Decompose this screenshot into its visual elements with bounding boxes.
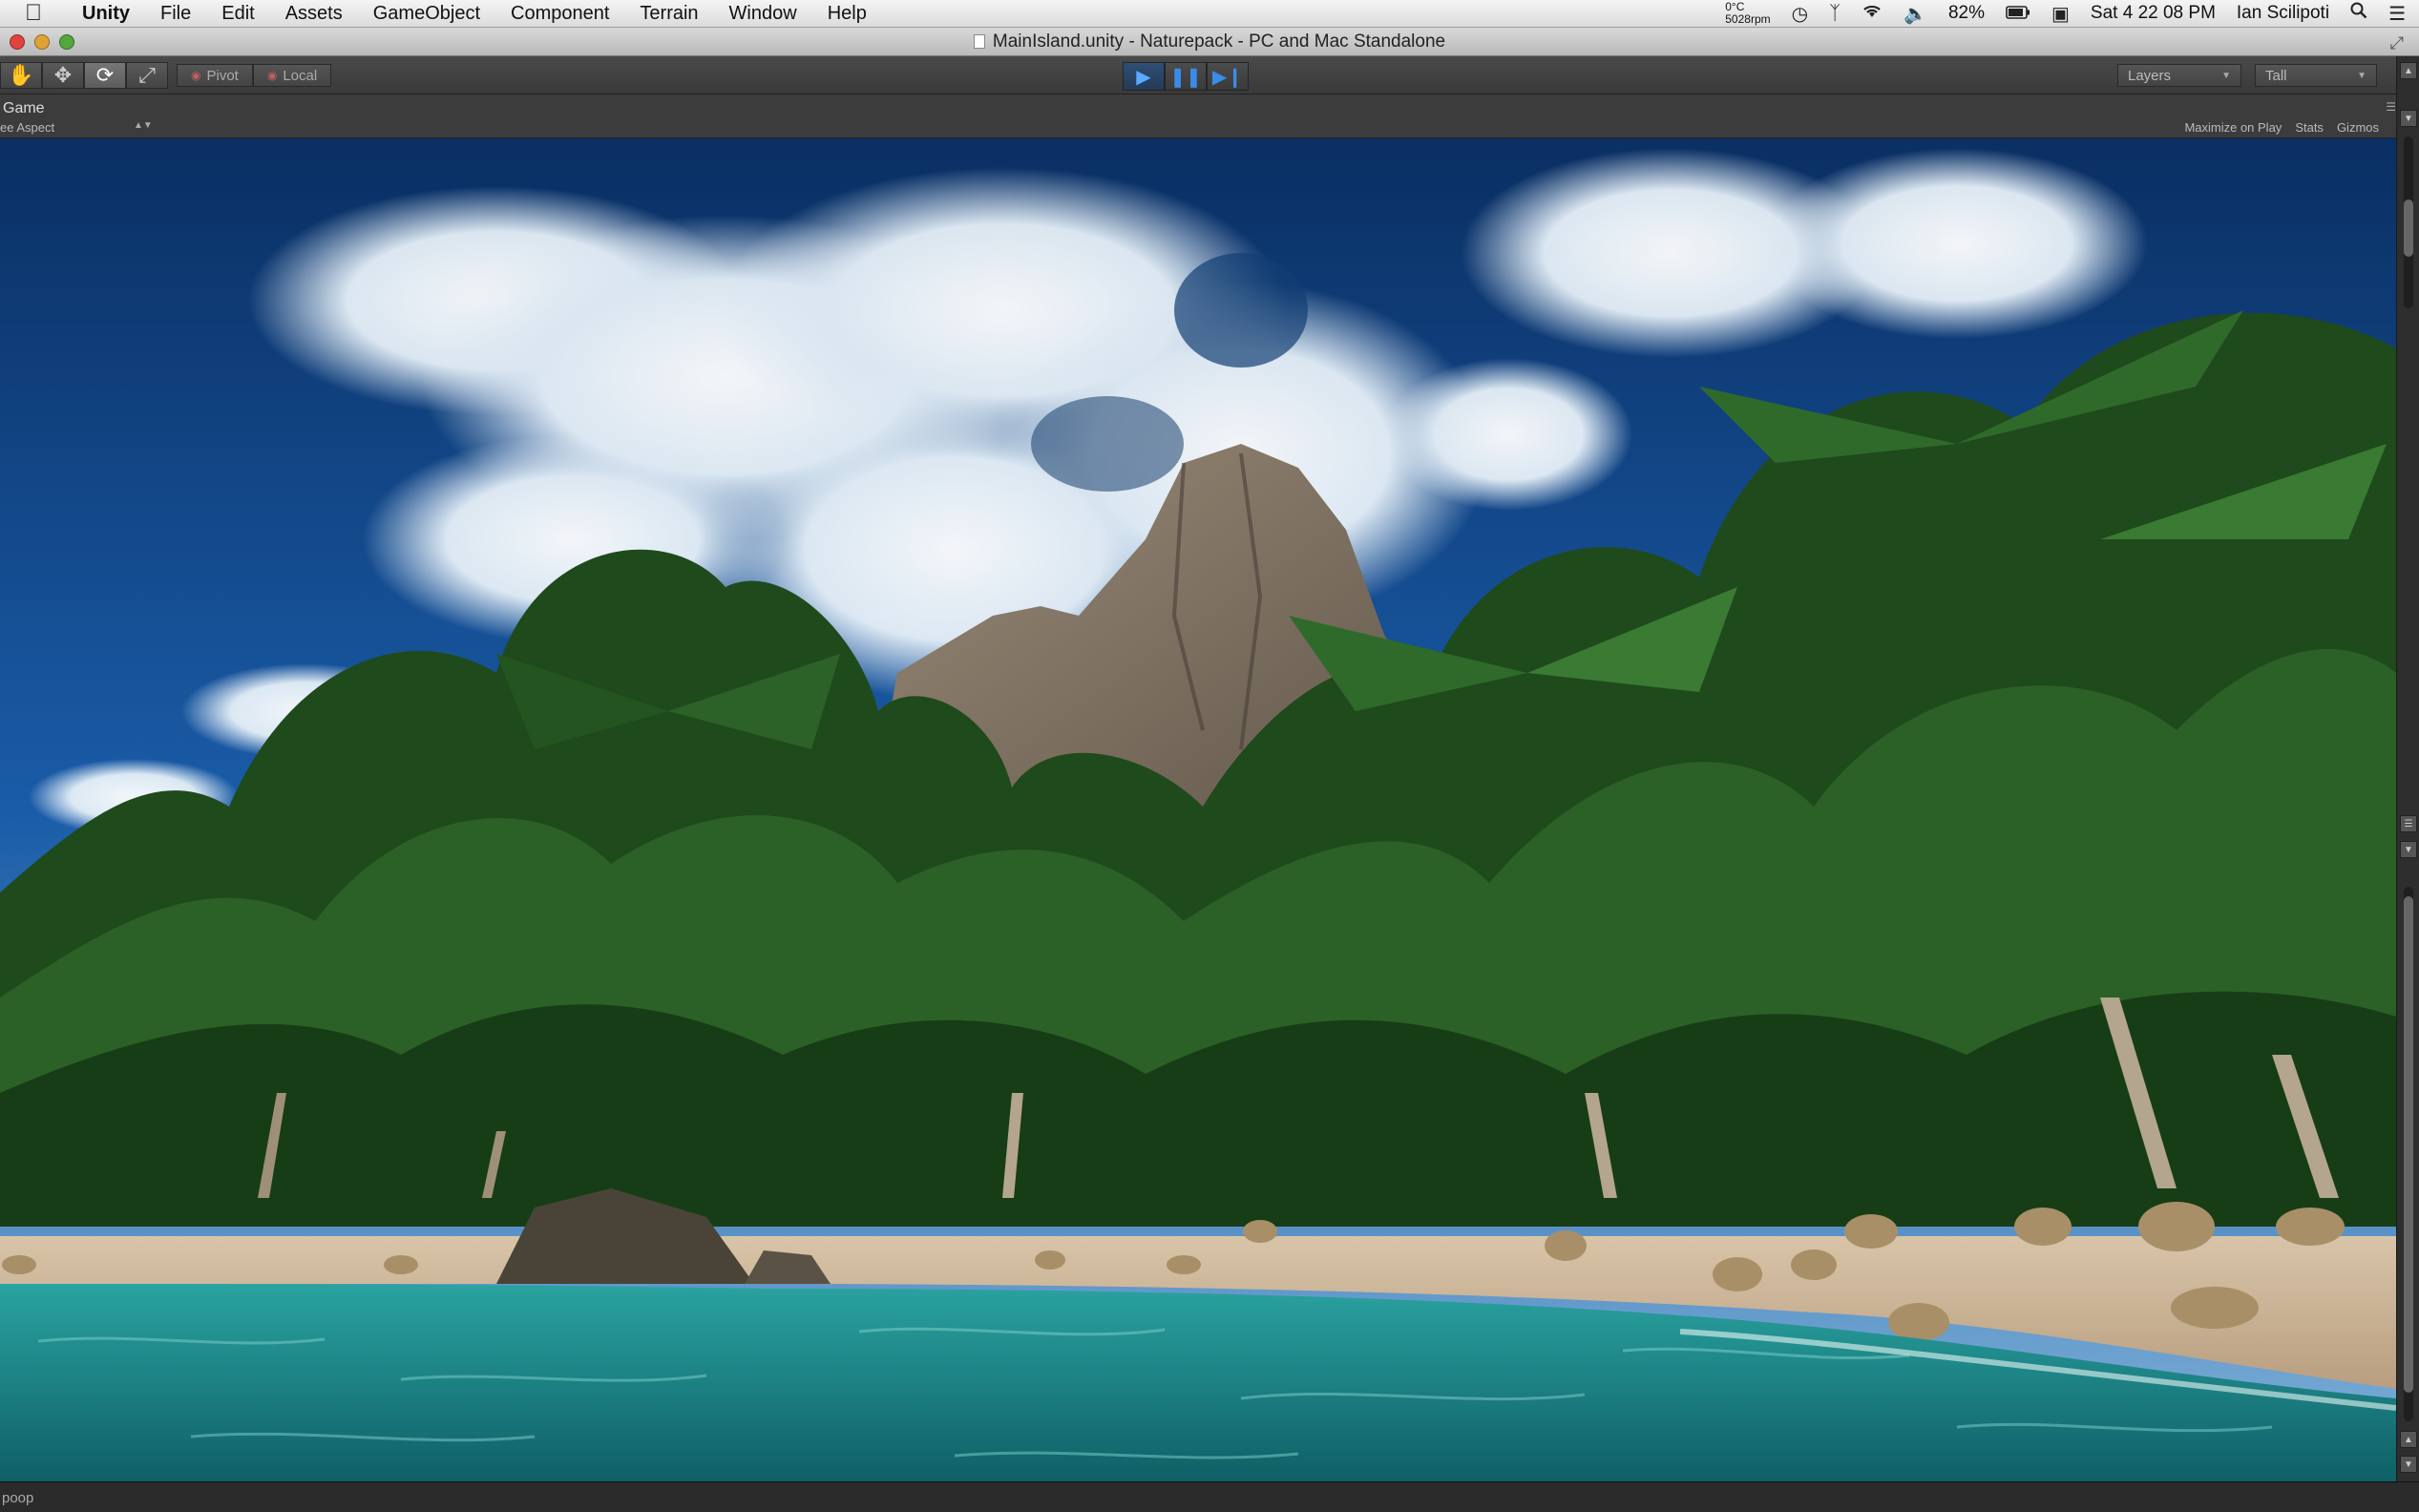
wifi-icon[interactable] [1862,2,1883,25]
side-scrollbar[interactable]: ▲ ▼ ☰ ▼ ▲ ▼ [2396,56,2419,1481]
maximize-on-play-toggle[interactable]: Maximize on Play [2184,120,2282,135]
game-viewport[interactable] [0,138,2396,1481]
menu-assets[interactable]: Assets [270,3,358,25]
layers-label: Layers [2128,67,2172,84]
pivot-label: Pivot [206,67,239,84]
console-last-message: poop [2,1490,34,1506]
pause-icon[interactable]: ❚❚ [1165,62,1207,91]
menu-window[interactable]: Window [714,3,812,25]
document-icon [973,34,985,49]
battery-icon[interactable] [2006,3,2030,25]
panel-menu-icon[interactable]: ☰ [2400,815,2417,832]
console-status-bar[interactable]: poop [0,1481,2419,1512]
scroll-thumb[interactable] [2404,200,2413,257]
window-title-bar: MainIsland.unity - Naturepack - PC and M… [0,28,2419,56]
tab-menu-icon[interactable]: ☰ [2386,100,2396,114]
pivot-icon: ◉ [191,69,201,82]
game-view-options: Maximize on Play Stats Gizmos [2184,120,2379,135]
aspect-dropdown[interactable]: ee Aspect [0,120,143,135]
pivot-toggle-button[interactable]: ◉ Pivot [177,64,253,87]
chevron-down-icon[interactable]: ▼ [2400,1456,2417,1473]
local-icon: ◉ [266,69,278,82]
chevron-down-icon[interactable]: ▼ [2400,841,2417,858]
menu-bar:  Unity File Edit Assets GameObject Comp… [0,0,2419,28]
fan-rpm-value: 5028rpm [1725,12,1771,26]
window-title: MainIsland.unity - Naturepack - PC and M… [992,31,1446,52]
menu-terrain[interactable]: Terrain [624,3,713,25]
hand-tool-icon[interactable]: ✋ [0,62,42,89]
window-controls [10,34,74,50]
gizmos-dropdown[interactable]: Gizmos [2337,120,2379,135]
close-window-button[interactable] [10,34,25,50]
spotlight-search-icon[interactable] [2350,2,2367,25]
volume-icon[interactable]: 🔈 [1904,2,1927,26]
chevron-updown-icon: ▲▼ [134,120,153,131]
local-label: Local [283,67,318,84]
menu-component[interactable]: Component [495,3,624,25]
layers-dropdown[interactable]: Layers ▼ [2117,64,2241,87]
temperature-readout[interactable]: 0°C 5028rpm [1725,1,1770,26]
menu-extras: 0°C 5028rpm ◷ ᛉ 🔈 82% ▣ Sat 4 22 08 PM I… [1725,1,2419,26]
menu-gameobject[interactable]: GameObject [358,3,495,25]
unity-toolbar: ✋ ✥ ⟳ ⤢ ◉ Pivot ◉ Local ▶ ❚❚ ▶❙ Layers ▼… [0,56,2419,94]
menu-app-unity[interactable]: Unity [67,3,145,25]
tab-game[interactable]: Game [3,100,45,117]
menu-clock[interactable]: Sat 4 22 08 PM [2091,3,2216,24]
transform-tools: ✋ ✥ ⟳ ⤢ [0,62,168,89]
menu-help[interactable]: Help [812,3,882,25]
chevron-up-icon[interactable]: ▲ [2400,1431,2417,1448]
move-tool-icon[interactable]: ✥ [42,62,84,89]
game-view-header: Game ee Aspect ▲▼ Maximize on Play Stats… [0,94,2396,138]
layout-label: Tall [2265,67,2287,84]
time-machine-icon[interactable]: ◷ [1792,2,1808,26]
local-toggle-button[interactable]: ◉ Local [252,64,332,87]
bluetooth-icon[interactable]: ᛉ [1829,3,1841,25]
playback-controls: ▶ ❚❚ ▶❙ [1123,62,1249,91]
minimize-window-button[interactable] [34,34,50,50]
chevron-down-icon: ▼ [2357,70,2366,81]
user-name[interactable]: Ian Scilipoti [2237,3,2329,24]
display-mirroring-icon[interactable]: ▣ [2051,2,2070,26]
scale-tool-icon[interactable]: ⤢ [126,62,168,89]
chevron-up-icon[interactable]: ▲ [2400,62,2417,79]
fullscreen-icon[interactable]: ⤢ [2390,33,2404,53]
menu-file[interactable]: File [145,3,206,25]
apple-logo-icon[interactable]:  [0,0,67,27]
stats-toggle[interactable]: Stats [2295,120,2324,135]
play-icon[interactable]: ▶ [1123,62,1165,91]
pivot-controls: ◉ Pivot ◉ Local [177,64,332,87]
notification-center-icon[interactable]: ☰ [2388,2,2406,26]
chevron-down-icon[interactable]: ▼ [2400,110,2417,127]
scroll-thumb[interactable] [2404,896,2413,1393]
battery-percent[interactable]: 82% [1948,3,1985,24]
zoom-window-button[interactable] [59,34,74,50]
chevron-down-icon: ▼ [2221,70,2231,81]
layout-dropdown[interactable]: Tall ▼ [2255,64,2377,87]
step-icon[interactable]: ▶❙ [1207,62,1249,91]
menu-edit[interactable]: Edit [206,3,269,25]
rotate-tool-icon[interactable]: ⟳ [84,62,126,89]
island-scene-render [0,138,2396,1481]
